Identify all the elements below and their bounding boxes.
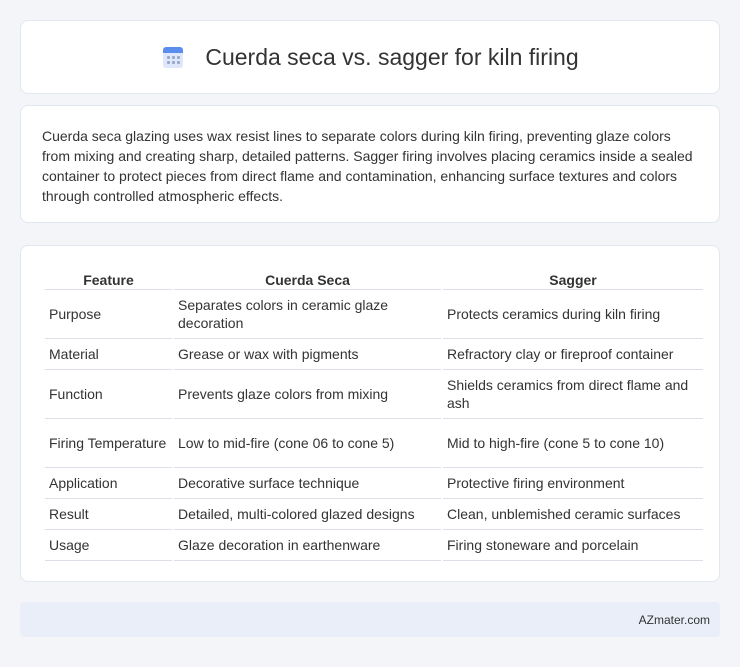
feature-cell: Function bbox=[45, 370, 172, 419]
feature-cell: Application bbox=[45, 468, 172, 499]
header-cuerda-seca: Cuerda Seca bbox=[174, 268, 441, 290]
sagger-cell: Shields ceramics from direct flame and a… bbox=[443, 370, 703, 419]
table-row: Material Grease or wax with pigments Ref… bbox=[45, 339, 703, 370]
feature-cell: Material bbox=[45, 339, 172, 370]
table-row: Result Detailed, multi-colored glazed de… bbox=[45, 499, 703, 530]
title-card: Cuerda seca vs. sagger for kiln firing bbox=[20, 20, 720, 94]
table-row: Function Prevents glaze colors from mixi… bbox=[45, 370, 703, 419]
table-row: Usage Glaze decoration in earthenware Fi… bbox=[45, 530, 703, 561]
cuerda-seca-cell: Prevents glaze colors from mixing bbox=[174, 370, 441, 419]
sagger-cell: Firing stoneware and porcelain bbox=[443, 530, 703, 561]
sagger-cell: Protective firing environment bbox=[443, 468, 703, 499]
cuerda-seca-cell: Glaze decoration in earthenware bbox=[174, 530, 441, 561]
table-row: Firing Temperature Low to mid-fire (cone… bbox=[45, 419, 703, 468]
sagger-cell: Clean, unblemished ceramic surfaces bbox=[443, 499, 703, 530]
intro-card: Cuerda seca glazing uses wax resist line… bbox=[20, 105, 720, 223]
sagger-cell: Protects ceramics during kiln firing bbox=[443, 290, 703, 339]
cuerda-seca-cell: Separates colors in ceramic glaze decora… bbox=[174, 290, 441, 339]
feature-cell: Result bbox=[45, 499, 172, 530]
page-title: Cuerda seca vs. sagger for kiln firing bbox=[205, 43, 579, 70]
header-sagger: Sagger bbox=[443, 268, 703, 290]
cuerda-seca-cell: Decorative surface technique bbox=[174, 468, 441, 499]
intro-text: Cuerda seca glazing uses wax resist line… bbox=[42, 128, 693, 204]
header-feature: Feature bbox=[45, 268, 172, 290]
calendar-icon bbox=[161, 45, 185, 69]
sagger-cell: Mid to high-fire (cone 5 to cone 10) bbox=[443, 419, 703, 468]
feature-cell: Purpose bbox=[45, 290, 172, 339]
feature-cell: Firing Temperature bbox=[45, 419, 172, 468]
comparison-table: Feature Cuerda Seca Sagger Purpose Separ… bbox=[43, 268, 705, 561]
cuerda-seca-cell: Detailed, multi-colored glazed designs bbox=[174, 499, 441, 530]
table-row: Application Decorative surface technique… bbox=[45, 468, 703, 499]
feature-cell: Usage bbox=[45, 530, 172, 561]
footer-brand: AZmater.com bbox=[638, 612, 710, 627]
sagger-cell: Refractory clay or fireproof container bbox=[443, 339, 703, 370]
cuerda-seca-cell: Grease or wax with pigments bbox=[174, 339, 441, 370]
cuerda-seca-cell: Low to mid-fire (cone 06 to cone 5) bbox=[174, 419, 441, 468]
table-row: Purpose Separates colors in ceramic glaz… bbox=[45, 290, 703, 339]
footer: AZmater.com bbox=[20, 602, 720, 637]
table-header-row: Feature Cuerda Seca Sagger bbox=[45, 268, 703, 290]
comparison-card: Feature Cuerda Seca Sagger Purpose Separ… bbox=[20, 245, 720, 582]
